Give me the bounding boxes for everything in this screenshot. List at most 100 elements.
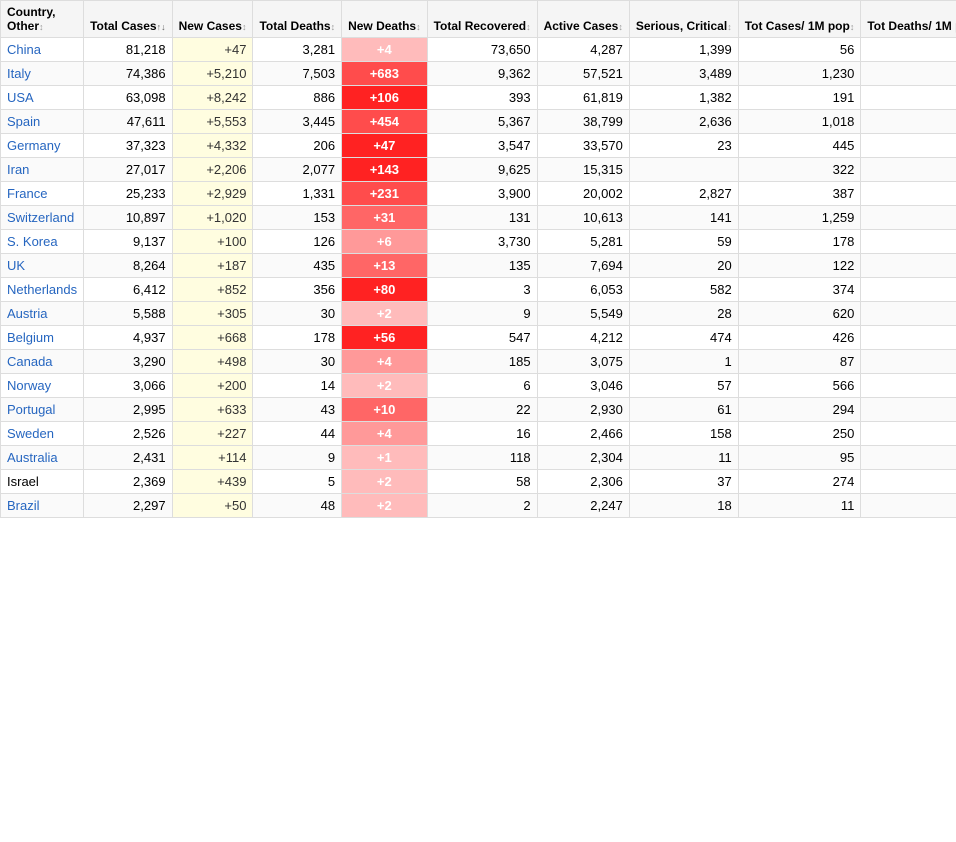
- total-deaths-cell: 3,445: [253, 110, 342, 134]
- country-link[interactable]: Brazil: [7, 498, 40, 513]
- table-row: Brazil2,297+5048+222,24718110.2: [1, 494, 956, 518]
- country-cell: Netherlands: [1, 278, 84, 302]
- active-cases-cell: 38,799: [537, 110, 629, 134]
- total-recovered-cell: 135: [427, 254, 537, 278]
- total-recovered-cell: 5,367: [427, 110, 537, 134]
- country-link[interactable]: China: [7, 42, 41, 57]
- serious-critical-cell: 582: [629, 278, 738, 302]
- column-header-tot_cases_1m[interactable]: Tot Cases/ 1M pop ↕: [738, 1, 861, 38]
- country-link[interactable]: UK: [7, 258, 25, 273]
- tot-deaths-1m-cell: 25: [861, 158, 956, 182]
- total-deaths-cell: 48: [253, 494, 342, 518]
- country-cell: Iran: [1, 158, 84, 182]
- tot-deaths-1m-cell: 21: [861, 278, 956, 302]
- table-row: Norway3,066+20014+263,046575663: [1, 374, 956, 398]
- active-cases-cell: 10,613: [537, 206, 629, 230]
- country-link[interactable]: Canada: [7, 354, 53, 369]
- total-cases-cell: 2,297: [84, 494, 172, 518]
- column-header-serious_critical[interactable]: Serious, Critical ↕: [629, 1, 738, 38]
- total-deaths-cell: 5: [253, 470, 342, 494]
- new-deaths-cell: +6: [342, 230, 428, 254]
- tot-deaths-1m-cell: 124: [861, 62, 956, 86]
- total-deaths-cell: 7,503: [253, 62, 342, 86]
- new-cases-cell: +2,929: [172, 182, 253, 206]
- new-deaths-cell: +106: [342, 86, 428, 110]
- total-recovered-cell: 3,547: [427, 134, 537, 158]
- country-link[interactable]: Portugal: [7, 402, 55, 417]
- column-header-country[interactable]: Country,Other ↕: [1, 1, 84, 38]
- column-header-tot_deaths_1m[interactable]: Tot Deaths/ 1M pop ↕: [861, 1, 956, 38]
- total-recovered-cell: 118: [427, 446, 537, 470]
- serious-critical-cell: 37: [629, 470, 738, 494]
- total-cases-cell: 2,526: [84, 422, 172, 446]
- total-recovered-cell: 547: [427, 326, 537, 350]
- country-link[interactable]: Sweden: [7, 426, 54, 441]
- tot-cases-1m-cell: 1,018: [738, 110, 861, 134]
- new-deaths-cell: +2: [342, 302, 428, 326]
- sort-icon-country: ↕: [39, 22, 44, 32]
- column-header-total_recovered[interactable]: Total Recovered ↕: [427, 1, 537, 38]
- country-link[interactable]: Australia: [7, 450, 58, 465]
- total-cases-cell: 10,897: [84, 206, 172, 230]
- active-cases-cell: 61,819: [537, 86, 629, 110]
- tot-deaths-1m-cell: 3: [861, 302, 956, 326]
- serious-critical-cell: 474: [629, 326, 738, 350]
- total-cases-cell: 25,233: [84, 182, 172, 206]
- country-cell: Norway: [1, 374, 84, 398]
- column-header-new_deaths[interactable]: New Deaths ↕: [342, 1, 428, 38]
- tot-cases-1m-cell: 374: [738, 278, 861, 302]
- column-header-new_cases[interactable]: New Cases ↕: [172, 1, 253, 38]
- tot-cases-1m-cell: 191: [738, 86, 861, 110]
- total-recovered-cell: 73,650: [427, 38, 537, 62]
- new-deaths-cell: +683: [342, 62, 428, 86]
- column-header-active_cases[interactable]: Active Cases ↕: [537, 1, 629, 38]
- tot-deaths-1m-cell: 0.6: [861, 470, 956, 494]
- tot-cases-1m-cell: 122: [738, 254, 861, 278]
- total-recovered-cell: 6: [427, 374, 537, 398]
- total-deaths-cell: 126: [253, 230, 342, 254]
- country-link[interactable]: Spain: [7, 114, 40, 129]
- country-link[interactable]: USA: [7, 90, 34, 105]
- tot-cases-1m-cell: 1,259: [738, 206, 861, 230]
- active-cases-cell: 3,075: [537, 350, 629, 374]
- total-deaths-cell: 43: [253, 398, 342, 422]
- column-header-total_deaths[interactable]: Total Deaths ↕: [253, 1, 342, 38]
- covid-data-table: Country,Other ↕Total Cases ↑↓New Cases ↕…: [0, 0, 956, 518]
- new-deaths-cell: +10: [342, 398, 428, 422]
- country-link[interactable]: Belgium: [7, 330, 54, 345]
- column-header-total_cases[interactable]: Total Cases ↑↓: [84, 1, 172, 38]
- country-link[interactable]: Italy: [7, 66, 31, 81]
- new-cases-cell: +227: [172, 422, 253, 446]
- tot-cases-1m-cell: 620: [738, 302, 861, 326]
- table-row: S. Korea9,137+100126+63,7305,281591782: [1, 230, 956, 254]
- active-cases-cell: 57,521: [537, 62, 629, 86]
- tot-deaths-1m-cell: 74: [861, 110, 956, 134]
- total-deaths-cell: 153: [253, 206, 342, 230]
- total-deaths-cell: 886: [253, 86, 342, 110]
- country-link[interactable]: Netherlands: [7, 282, 77, 297]
- total-recovered-cell: 3: [427, 278, 537, 302]
- country-cell: Spain: [1, 110, 84, 134]
- active-cases-cell: 3,046: [537, 374, 629, 398]
- tot-deaths-1m-cell: 6: [861, 254, 956, 278]
- new-cases-cell: +187: [172, 254, 253, 278]
- tot-deaths-1m-cell: 3: [861, 374, 956, 398]
- total-cases-cell: 9,137: [84, 230, 172, 254]
- new-cases-cell: +2,206: [172, 158, 253, 182]
- country-link[interactable]: Switzerland: [7, 210, 74, 225]
- total-cases-cell: 27,017: [84, 158, 172, 182]
- new-deaths-cell: +2: [342, 470, 428, 494]
- new-deaths-cell: +31: [342, 206, 428, 230]
- tot-deaths-1m-cell: 0.2: [861, 494, 956, 518]
- serious-critical-cell: 1,399: [629, 38, 738, 62]
- total-recovered-cell: 58: [427, 470, 537, 494]
- country-link[interactable]: France: [7, 186, 47, 201]
- total-cases-cell: 8,264: [84, 254, 172, 278]
- new-deaths-cell: +2: [342, 494, 428, 518]
- country-link[interactable]: Iran: [7, 162, 29, 177]
- country-link[interactable]: Austria: [7, 306, 47, 321]
- country-link[interactable]: S. Korea: [7, 234, 58, 249]
- country-link[interactable]: Germany: [7, 138, 60, 153]
- total-cases-cell: 4,937: [84, 326, 172, 350]
- country-link[interactable]: Norway: [7, 378, 51, 393]
